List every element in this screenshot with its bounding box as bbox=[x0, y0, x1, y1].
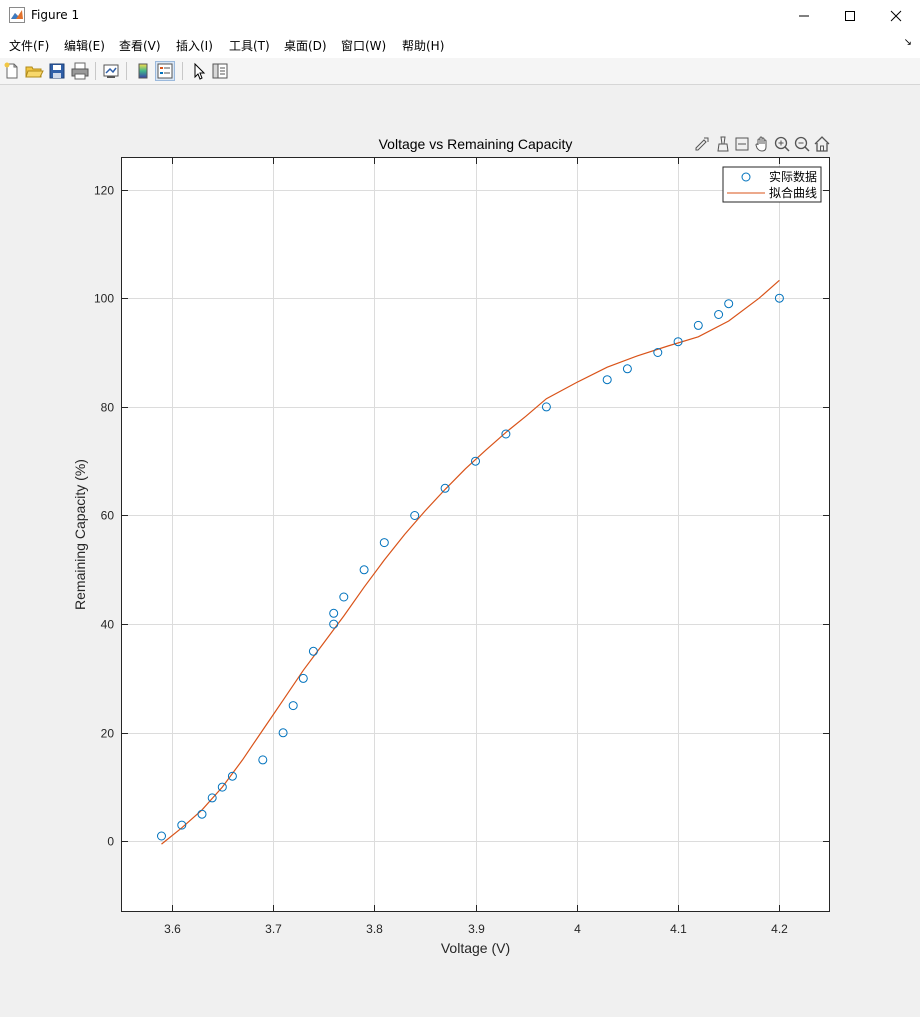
x-tick-label: 4.1 bbox=[670, 922, 687, 936]
y-tick-label: 40 bbox=[101, 618, 115, 632]
x-tick-label: 4.2 bbox=[771, 922, 788, 936]
y-tick-label: 60 bbox=[101, 509, 115, 523]
x-tick-label: 4 bbox=[574, 922, 581, 936]
zoom-out-icon[interactable] bbox=[793, 135, 811, 153]
chart-title: Voltage vs Remaining Capacity bbox=[379, 136, 573, 152]
x-tick-label: 3.9 bbox=[468, 922, 485, 936]
x-tick-label: 3.7 bbox=[265, 922, 282, 936]
y-tick-label: 20 bbox=[101, 727, 115, 741]
pan-icon[interactable] bbox=[753, 135, 771, 153]
x-tick-label: 3.8 bbox=[366, 922, 383, 936]
x-tick-label: 3.6 bbox=[164, 922, 181, 936]
y-tick-label: 80 bbox=[101, 401, 115, 415]
x-axis-label: Voltage (V) bbox=[441, 940, 510, 956]
axes-background bbox=[121, 157, 830, 912]
y-axis-label: Remaining Capacity (%) bbox=[72, 459, 88, 610]
export-icon[interactable] bbox=[693, 135, 711, 153]
datatip-icon[interactable] bbox=[733, 135, 751, 153]
y-tick-label: 120 bbox=[94, 184, 114, 198]
zoom-in-icon[interactable] bbox=[773, 135, 791, 153]
y-tick-label: 0 bbox=[107, 835, 114, 849]
brush-icon[interactable] bbox=[713, 135, 731, 153]
legend[interactable]: 实际数据 拟合曲线 bbox=[722, 166, 822, 203]
y-tick-label: 100 bbox=[94, 292, 114, 306]
legend-label-fit: 拟合曲线 bbox=[769, 185, 817, 200]
home-icon[interactable] bbox=[813, 135, 831, 153]
legend-label-scatter: 实际数据 bbox=[769, 169, 817, 184]
